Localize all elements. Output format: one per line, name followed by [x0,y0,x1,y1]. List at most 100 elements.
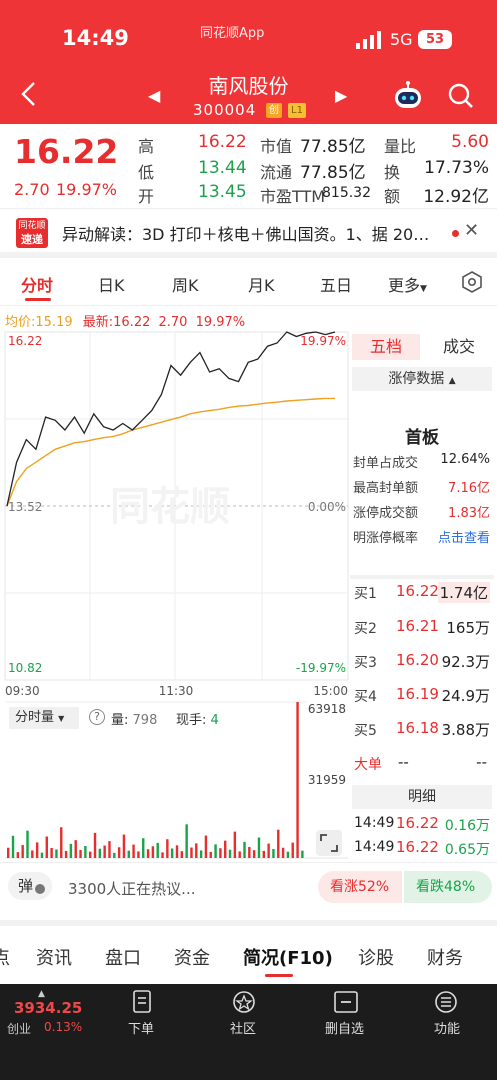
legend-change: 2.70 [158,315,188,330]
volume-bar [142,838,145,858]
volume-bar [35,842,39,858]
tab-month-k[interactable]: 月K [248,272,275,296]
tab-five-day[interactable]: 五日 [320,272,352,296]
tab-order-book[interactable]: 五档 [352,334,420,360]
volume-bar [40,852,44,858]
tab-funds[interactable]: 资金 [174,944,210,970]
price-change-pct: 19.97% [56,180,118,199]
y-axis-label: 13.52 [8,500,42,514]
order-icon[interactable] [129,990,155,1014]
limit-up-data-toggle[interactable]: 涨停数据 ▲ [352,367,492,391]
trade-time: 14:49 [354,839,395,855]
legend-change-pct: 19.97% [195,315,246,330]
volume-bar [122,834,126,858]
volume-bar [209,851,212,858]
volume-readout: 量: 798 [111,709,157,728]
tab-section[interactable]: 点 [0,944,10,970]
news-text[interactable]: 异动解读：3D 打印＋核电＋佛山国资。1、据 20… [62,221,429,245]
volume-bar [69,843,73,858]
mktcap-value: 77.85亿 [300,137,366,157]
danmaku-toggle[interactable]: 弹 [8,872,52,900]
volume-bar [156,842,159,858]
volume-bar [137,851,140,858]
view-probability-link[interactable]: 点击查看 [438,527,490,546]
detail-header[interactable]: 明细 [352,785,492,809]
volume-bar [180,851,184,858]
y-axis-label: 10.82 [8,661,42,675]
remove-watchlist-icon[interactable] [333,990,359,1014]
intraday-chart[interactable]: 同花顺 16.22 13.52 10.82 19.97% 0.00% -19.97% 0… [0,330,350,860]
tab-diagnosis[interactable]: 诊股 [358,944,394,970]
trade-price: 16.22 [396,838,439,856]
first-board-label: 首板 [405,428,439,448]
stat-label: 最高封单额 [353,481,419,496]
tab-f10[interactable]: 简况(F10) [243,944,333,970]
tab-financials[interactable]: 财务 [427,944,463,970]
hand-readout: 现手: 4 [176,709,219,728]
volume-bar [117,847,121,858]
stat-label: 封单占成交 [353,456,419,471]
bid-price: 16.18 [396,719,439,737]
volume-bar [98,848,102,858]
settings-icon[interactable] [461,271,483,293]
volume-bar [170,848,174,858]
volume-bar [214,844,217,858]
volume-bar [11,835,15,858]
volume-bar [291,842,294,858]
stat-label: 明涨停概率 [353,531,419,546]
volratio-label: 量比 [384,137,417,156]
tab-week-k[interactable]: 周K [172,272,199,296]
stock-code: 300004 [193,101,257,119]
expand-icon[interactable] [316,830,342,856]
volume-bar [238,851,241,858]
nav-remove-watchlist[interactable]: 删自选 [325,1018,364,1037]
discussion-text[interactable]: 3300人正在热议... [68,878,195,899]
close-icon[interactable]: ✕ [464,220,479,241]
amount-value: 12.92亿 [423,187,489,207]
current-price: 16.22 [14,132,119,171]
tab-more[interactable]: 更多▼ [388,272,427,296]
nav-community[interactable]: 社区 [230,1018,256,1037]
vote-up-button[interactable]: 看涨52% [318,871,402,903]
trade-time: 14:49 [354,815,395,831]
news-unread-dot [452,230,459,237]
hand-value: 4 [210,713,219,728]
volume-bar [84,846,87,858]
volume-bar [301,850,304,858]
caret-up-icon: ▲ [448,376,456,386]
status-time: 14:49 [62,26,129,50]
next-stock-icon[interactable]: ▶ [335,86,347,105]
volume-bar [146,849,150,858]
volume-bar [74,840,77,858]
tab-news[interactable]: 资讯 [36,944,72,970]
price-change: 2.70 [14,180,50,199]
tab-day-k[interactable]: 日K [98,272,125,296]
volume-bar [190,847,193,858]
trade-volume: 0.16万 [444,818,490,834]
vol-value: 798 [132,713,158,728]
bid-price: 16.22 [396,582,439,600]
search-icon[interactable] [447,82,475,110]
danmaku-dot-icon [35,884,46,894]
nav-order[interactable]: 下单 [128,1018,154,1037]
volume-selector[interactable]: 分时量 ▼ [9,707,79,729]
prev-stock-icon[interactable]: ◀ [148,86,160,105]
tab-trades[interactable]: 成交 [426,334,492,360]
vote-down-button[interactable]: 看跌48% [404,871,492,903]
assistant-robot-icon[interactable] [392,81,424,111]
tab-minute[interactable]: 分时 [21,272,53,296]
nav-functions[interactable]: 功能 [434,1018,460,1037]
volume-bar [166,839,169,858]
tab-order-flow[interactable]: 盘口 [105,944,141,970]
community-icon[interactable] [231,990,257,1014]
volume-bar [228,849,232,858]
help-icon[interactable]: ? [89,709,105,725]
watermark: 同花顺 [110,484,230,530]
stat-label: 涨停成交额 [353,506,419,521]
menu-icon[interactable] [433,990,459,1014]
index-value[interactable]: 3934.25 [14,999,82,1017]
float-label: 流通 [260,163,293,182]
bid-label: 买1 [354,586,377,602]
volume-bar [277,829,280,858]
bid-price: 16.21 [396,617,439,635]
